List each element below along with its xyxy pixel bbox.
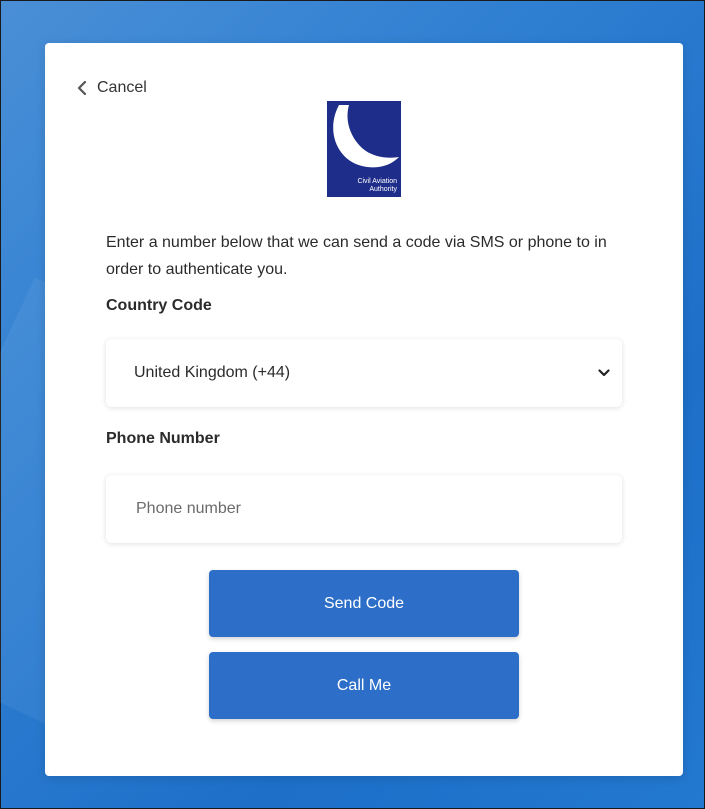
- send-code-button[interactable]: Send Code: [209, 570, 519, 637]
- logo-text-line1: Civil Aviation: [357, 178, 397, 185]
- country-code-select[interactable]: United Kingdom (+44): [106, 339, 622, 407]
- country-code-label: Country Code: [106, 297, 212, 314]
- intro-text: Enter a number below that we can send a …: [106, 234, 607, 278]
- phone-number-field-container: [106, 475, 622, 543]
- cancel-label: Cancel: [97, 79, 147, 96]
- auth-card: Cancel Civil Aviation Authority Enter a …: [45, 43, 683, 776]
- chevron-left-icon: [77, 80, 87, 96]
- civil-aviation-authority-logo: Civil Aviation Authority: [327, 101, 401, 197]
- call-me-button[interactable]: Call Me: [209, 652, 519, 719]
- logo-text-line2: Authority: [369, 186, 397, 193]
- country-code-value: United Kingdom (+44): [134, 364, 291, 381]
- cancel-link[interactable]: Cancel: [77, 79, 147, 97]
- phone-number-label: Phone Number: [106, 430, 220, 447]
- phone-number-input[interactable]: [134, 499, 594, 519]
- chevron-down-icon: [598, 364, 610, 382]
